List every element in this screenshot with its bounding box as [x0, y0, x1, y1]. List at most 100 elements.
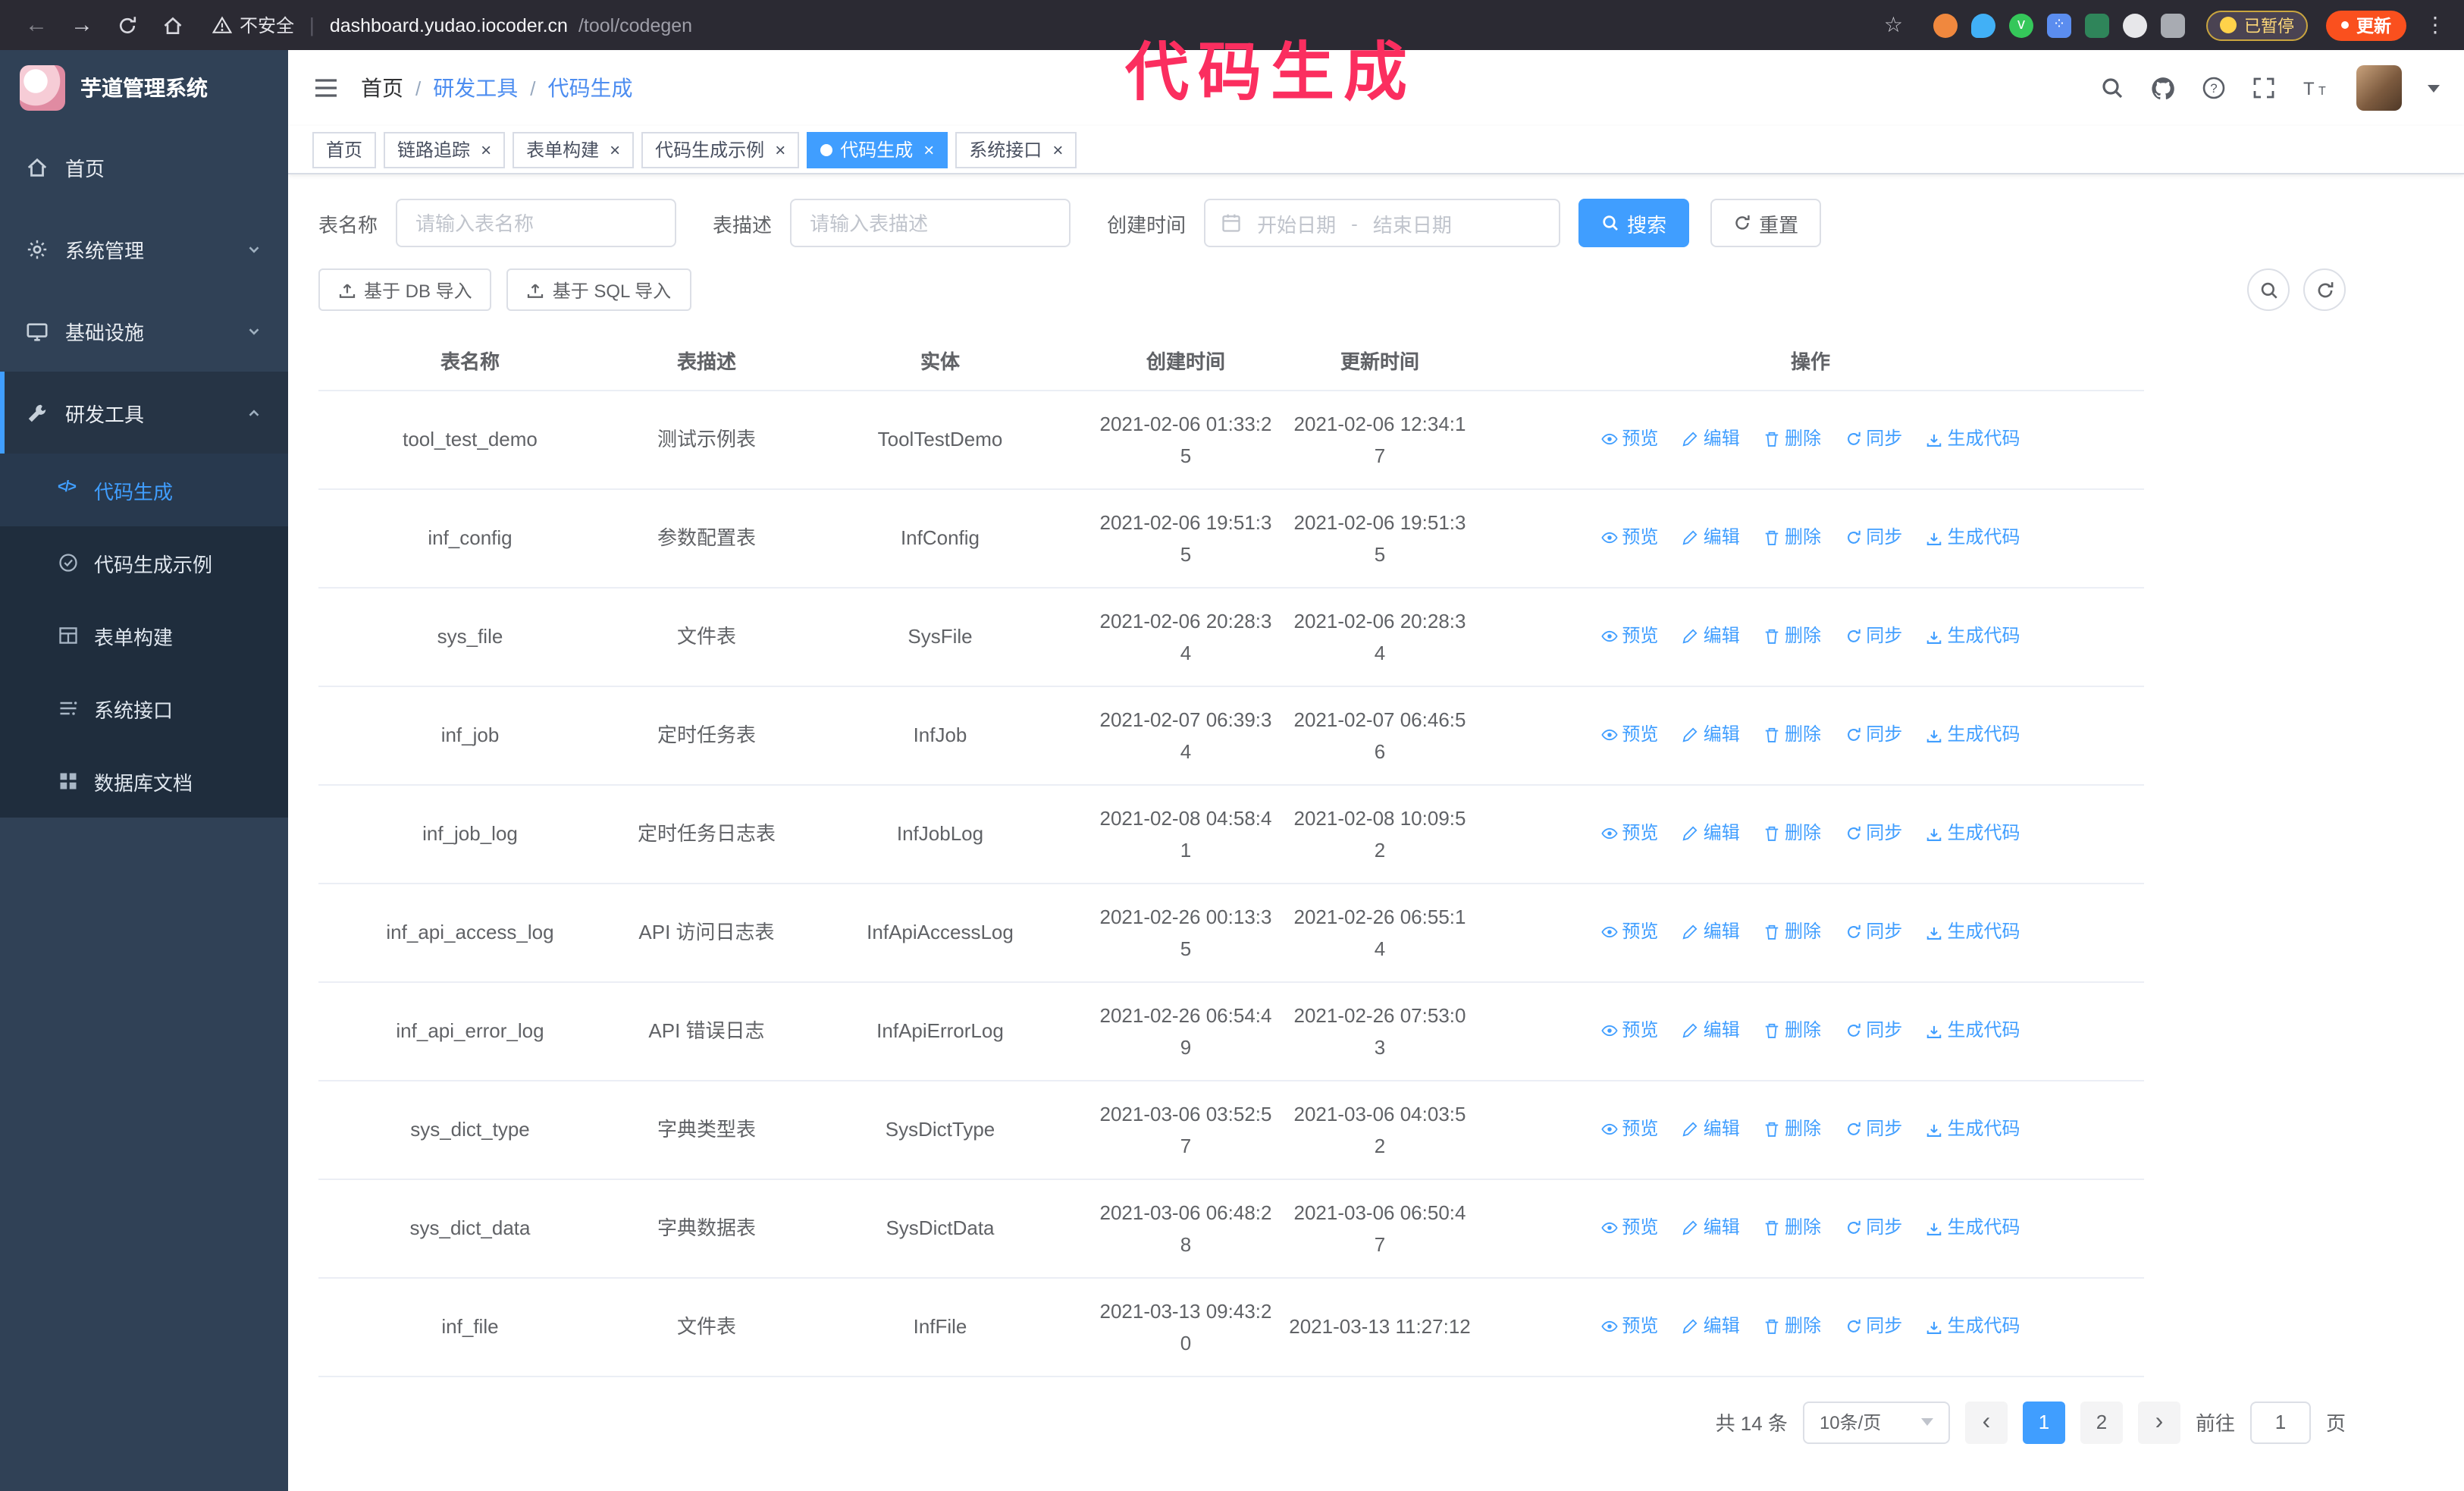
sync-link[interactable]: 同步 [1845, 817, 1902, 849]
avatar[interactable] [2356, 65, 2402, 111]
start-date-placeholder[interactable]: 开始日期 [1257, 209, 1336, 237]
preview-link[interactable]: 预览 [1600, 817, 1658, 849]
tab[interactable]: 表单构建 × [513, 131, 635, 168]
generate-code-link[interactable]: 生成代码 [1926, 521, 2020, 553]
page-size-select[interactable]: 10条/页 [1802, 1401, 1950, 1443]
bookmark-star-icon[interactable]: ☆ [1884, 12, 1903, 38]
delete-link[interactable]: 删除 [1763, 620, 1821, 651]
paused-badge[interactable]: 已暂停 [2206, 10, 2308, 40]
preview-link[interactable]: 预览 [1600, 1014, 1658, 1046]
github-icon[interactable] [2150, 75, 2176, 101]
sync-link[interactable]: 同步 [1845, 1014, 1902, 1046]
tab-close-icon[interactable]: × [923, 140, 934, 159]
delete-link[interactable]: 删除 [1763, 1211, 1821, 1243]
delete-link[interactable]: 删除 [1763, 718, 1821, 750]
edit-link[interactable]: 编辑 [1682, 1310, 1740, 1342]
breadcrumb-devtools[interactable]: 研发工具 [433, 73, 518, 103]
delete-link[interactable]: 删除 [1763, 521, 1821, 553]
tab-close-icon[interactable]: × [610, 140, 620, 159]
sidebar-item-form-builder[interactable]: 表单构建 [0, 599, 288, 672]
extension-leaf-icon[interactable] [2085, 13, 2109, 37]
tab-close-icon[interactable]: × [481, 140, 491, 159]
delete-link[interactable]: 删除 [1763, 817, 1821, 849]
avatar-caret-icon[interactable] [2428, 84, 2440, 92]
tab[interactable]: 系统接口 × [955, 131, 1077, 168]
delete-link[interactable]: 删除 [1763, 1113, 1821, 1144]
edit-link[interactable]: 编辑 [1682, 915, 1740, 947]
breadcrumb-home[interactable]: 首页 [361, 73, 403, 103]
extension-lion-icon[interactable] [1933, 13, 1958, 37]
refresh-table-button[interactable] [2303, 268, 2346, 311]
sync-link[interactable]: 同步 [1845, 521, 1902, 553]
delete-link[interactable]: 删除 [1763, 422, 1821, 454]
import-sql-button[interactable]: 基于 SQL 导入 [506, 268, 691, 311]
generate-code-link[interactable]: 生成代码 [1926, 718, 2020, 750]
edit-link[interactable]: 编辑 [1682, 718, 1740, 750]
generate-code-link[interactable]: 生成代码 [1926, 620, 2020, 651]
tab[interactable]: 链路追踪 × [384, 131, 506, 168]
goto-page-input[interactable] [2249, 1401, 2311, 1443]
extension-people-icon[interactable]: ⁘ [2047, 13, 2071, 37]
url-bar[interactable]: 不安全 | dashboard.yudao.iocoder.cn/tool/co… [212, 5, 692, 45]
tab[interactable]: 首页 × [312, 131, 377, 168]
preview-link[interactable]: 预览 [1600, 1113, 1658, 1144]
edit-link[interactable]: 编辑 [1682, 1211, 1740, 1243]
tab[interactable]: 代码生成 × [807, 131, 948, 168]
generate-code-link[interactable]: 生成代码 [1926, 1014, 2020, 1046]
preview-link[interactable]: 预览 [1600, 620, 1658, 651]
back-button[interactable]: ← [18, 7, 55, 43]
edit-link[interactable]: 编辑 [1682, 620, 1740, 651]
prev-page-button[interactable]: ‹ [1964, 1401, 2008, 1443]
end-date-placeholder[interactable]: 结束日期 [1373, 209, 1452, 237]
preview-link[interactable]: 预览 [1600, 521, 1658, 553]
preview-link[interactable]: 预览 [1600, 422, 1658, 454]
sidebar-item-db-doc[interactable]: 数据库文档 [0, 745, 288, 818]
generate-code-link[interactable]: 生成代码 [1926, 817, 2020, 849]
toggle-search-button[interactable] [2247, 268, 2290, 311]
extension-check-icon[interactable]: v [2009, 13, 2033, 37]
sidebar-item-api[interactable]: 系统接口 [0, 672, 288, 745]
font-size-icon[interactable]: TT [2302, 76, 2331, 100]
page-number-button[interactable]: 1 [2022, 1401, 2065, 1443]
hamburger-icon[interactable] [312, 76, 340, 100]
sidebar-item-codegen-example[interactable]: 代码生成示例 [0, 526, 288, 599]
sidebar-item-infra[interactable]: 基础设施 [0, 290, 288, 372]
reload-button[interactable] [109, 7, 146, 43]
sidebar-item-system[interactable]: 系统管理 [0, 208, 288, 290]
edit-link[interactable]: 编辑 [1682, 521, 1740, 553]
search-icon[interactable] [2100, 76, 2124, 100]
edit-link[interactable]: 编辑 [1682, 1014, 1740, 1046]
forward-button[interactable]: → [64, 7, 100, 43]
breadcrumb-codegen[interactable]: 代码生成 [548, 73, 633, 103]
generate-code-link[interactable]: 生成代码 [1926, 1113, 2020, 1144]
search-button[interactable]: 搜索 [1578, 199, 1690, 247]
update-button[interactable]: 更新 [2326, 10, 2406, 40]
sync-link[interactable]: 同步 [1845, 1113, 1902, 1144]
sync-link[interactable]: 同步 [1845, 422, 1902, 454]
import-db-button[interactable]: 基于 DB 导入 [318, 268, 492, 311]
sync-link[interactable]: 同步 [1845, 620, 1902, 651]
sync-link[interactable]: 同步 [1845, 1211, 1902, 1243]
next-page-button[interactable]: › [2137, 1401, 2180, 1443]
help-icon[interactable]: ? [2202, 76, 2226, 100]
sync-link[interactable]: 同步 [1845, 1310, 1902, 1342]
extension-drop-icon[interactable] [1971, 13, 1995, 37]
generate-code-link[interactable]: 生成代码 [1926, 422, 2020, 454]
edit-link[interactable]: 编辑 [1682, 817, 1740, 849]
preview-link[interactable]: 预览 [1600, 1310, 1658, 1342]
preview-link[interactable]: 预览 [1600, 718, 1658, 750]
fullscreen-icon[interactable] [2252, 76, 2276, 100]
tab-close-icon[interactable]: × [775, 140, 785, 159]
generate-code-link[interactable]: 生成代码 [1926, 1211, 2020, 1243]
puzzle-icon[interactable] [2161, 13, 2185, 37]
home-button[interactable] [155, 7, 191, 43]
date-range-picker[interactable]: 开始日期 - 结束日期 [1204, 199, 1561, 247]
edit-link[interactable]: 编辑 [1682, 1113, 1740, 1144]
sidebar-item-codegen[interactable]: </> 代码生成 [0, 454, 288, 526]
tab-close-icon[interactable]: × [1052, 140, 1063, 159]
generate-code-link[interactable]: 生成代码 [1926, 915, 2020, 947]
extension-paw-icon[interactable] [2123, 13, 2147, 37]
table-name-input[interactable] [396, 199, 677, 247]
delete-link[interactable]: 删除 [1763, 1310, 1821, 1342]
reset-button[interactable]: 重置 [1710, 199, 1822, 247]
